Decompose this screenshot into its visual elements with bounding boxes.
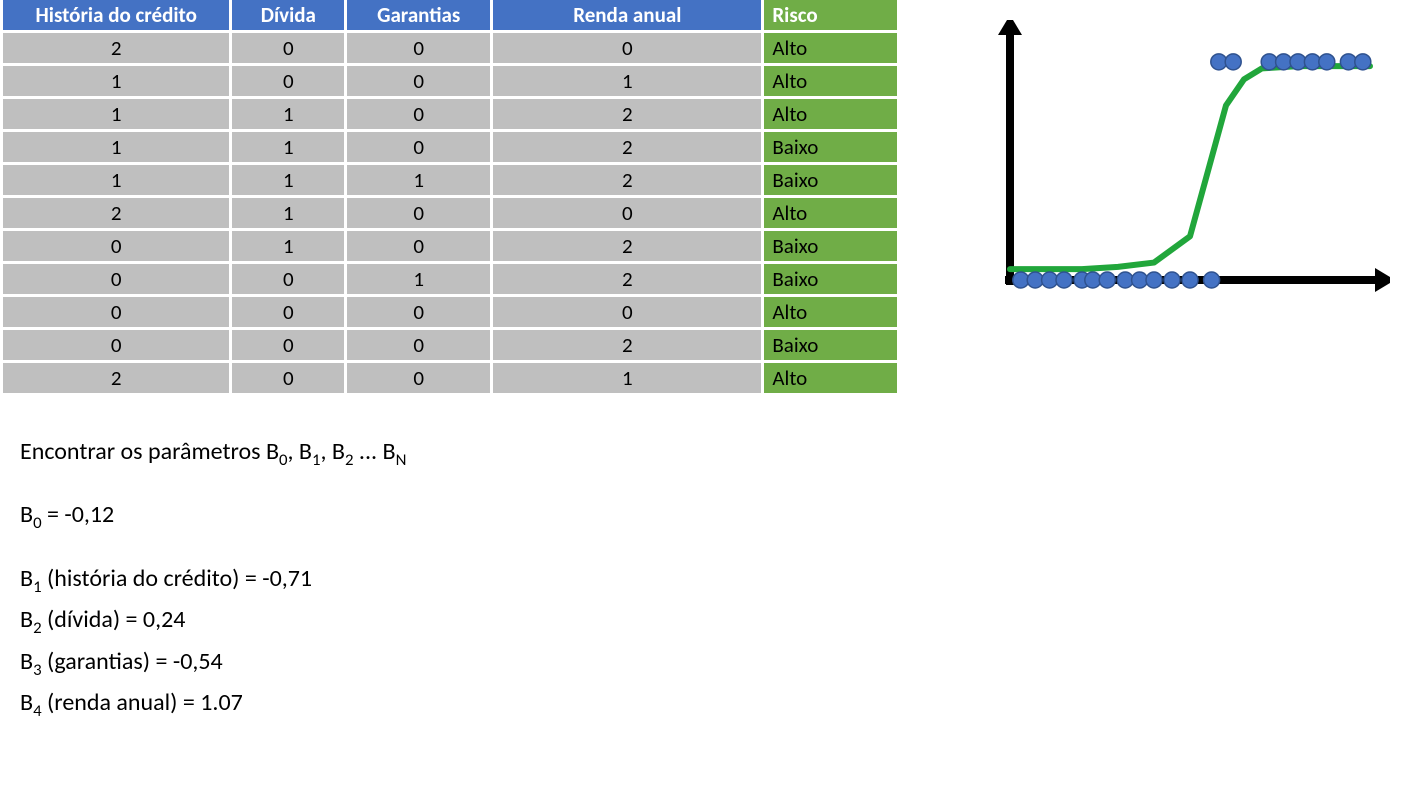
table-row: 0012Baixo <box>2 263 899 296</box>
table-cell: 2 <box>492 263 763 296</box>
b1-line: B1 (história do crédito) = -0,71 <box>20 563 1415 598</box>
table-cell-risk: Alto <box>763 296 899 329</box>
table-row: 2100Alto <box>2 197 899 230</box>
table-row: 2001Alto <box>2 362 899 395</box>
table-cell: 1 <box>2 65 231 98</box>
table-cell: 0 <box>346 230 492 263</box>
table-cell: 0 <box>346 65 492 98</box>
th-risco: Risco <box>763 0 899 32</box>
table-cell: 1 <box>231 230 346 263</box>
table-cell: 0 <box>231 65 346 98</box>
table-cell: 1 <box>346 164 492 197</box>
table-cell: 0 <box>346 98 492 131</box>
table-cell: 0 <box>2 230 231 263</box>
table-cell: 0 <box>492 32 763 65</box>
table-cell: 1 <box>231 131 346 164</box>
table-cell: 0 <box>2 329 231 362</box>
table-cell: 0 <box>2 263 231 296</box>
table-cell: 2 <box>2 197 231 230</box>
table-cell: 0 <box>231 329 346 362</box>
b0-line: B0 = -0,12 <box>20 499 1415 534</box>
table-cell: 1 <box>2 131 231 164</box>
table-cell: 2 <box>492 230 763 263</box>
table-row: 2000Alto <box>2 32 899 65</box>
table-cell-risk: Baixo <box>763 131 899 164</box>
table-row: 0002Baixo <box>2 329 899 362</box>
b4-line: B4 (renda anual) = 1.07 <box>20 687 1415 722</box>
table-cell-risk: Baixo <box>763 164 899 197</box>
table-cell: 0 <box>231 362 346 395</box>
table-cell-risk: Alto <box>763 32 899 65</box>
table-cell: 2 <box>492 164 763 197</box>
table-cell: 0 <box>492 197 763 230</box>
table-cell: 0 <box>231 263 346 296</box>
table-row: 0000Alto <box>2 296 899 329</box>
table-row: 1001Alto <box>2 65 899 98</box>
table-row: 0102Baixo <box>2 230 899 263</box>
table-cell: 2 <box>492 98 763 131</box>
table-row: 1102Baixo <box>2 131 899 164</box>
table-header-row: História do crédito Dívida Garantias Ren… <box>2 0 899 32</box>
th-garantias: Garantias <box>346 0 492 32</box>
table-cell: 2 <box>492 131 763 164</box>
th-divida: Dívida <box>231 0 346 32</box>
table-cell: 0 <box>492 296 763 329</box>
table-cell: 1 <box>231 164 346 197</box>
table-cell-risk: Baixo <box>763 263 899 296</box>
table-cell: 0 <box>231 32 346 65</box>
table-cell: 0 <box>346 329 492 362</box>
b3-line: B3 (garantias) = -0,54 <box>20 646 1415 681</box>
table-cell: 2 <box>492 329 763 362</box>
b2-line: B2 (dívida) = 0,24 <box>20 604 1415 639</box>
th-renda: Renda anual <box>492 0 763 32</box>
table-cell: 1 <box>231 98 346 131</box>
table-cell: 2 <box>2 362 231 395</box>
table-cell: 0 <box>346 296 492 329</box>
table-cell: 0 <box>346 362 492 395</box>
table-cell: 0 <box>2 296 231 329</box>
table-cell: 1 <box>346 263 492 296</box>
table-cell-risk: Baixo <box>763 230 899 263</box>
table-cell: 1 <box>231 197 346 230</box>
table-row: 1102Alto <box>2 98 899 131</box>
table-cell: 0 <box>346 131 492 164</box>
find-params-line: Encontrar os parâmetros B0, B1, B2 ... B… <box>20 436 1415 471</box>
data-table: História do crédito Dívida Garantias Ren… <box>0 0 900 396</box>
table-cell: 1 <box>2 164 231 197</box>
table-cell: 0 <box>231 296 346 329</box>
parameters-text: Encontrar os parâmetros B0, B1, B2 ... B… <box>20 436 1415 723</box>
table-cell-risk: Alto <box>763 98 899 131</box>
sigmoid-chart <box>960 20 1390 325</box>
table-cell: 2 <box>2 32 231 65</box>
table-cell-risk: Alto <box>763 65 899 98</box>
th-historia: História do crédito <box>2 0 231 32</box>
table-cell: 1 <box>492 362 763 395</box>
table-cell-risk: Baixo <box>763 329 899 362</box>
table-cell: 1 <box>492 65 763 98</box>
table-cell: 0 <box>346 32 492 65</box>
table-cell-risk: Alto <box>763 197 899 230</box>
table-cell: 0 <box>346 197 492 230</box>
table-cell: 1 <box>2 98 231 131</box>
table-row: 1112Baixo <box>2 164 899 197</box>
table-cell-risk: Alto <box>763 362 899 395</box>
